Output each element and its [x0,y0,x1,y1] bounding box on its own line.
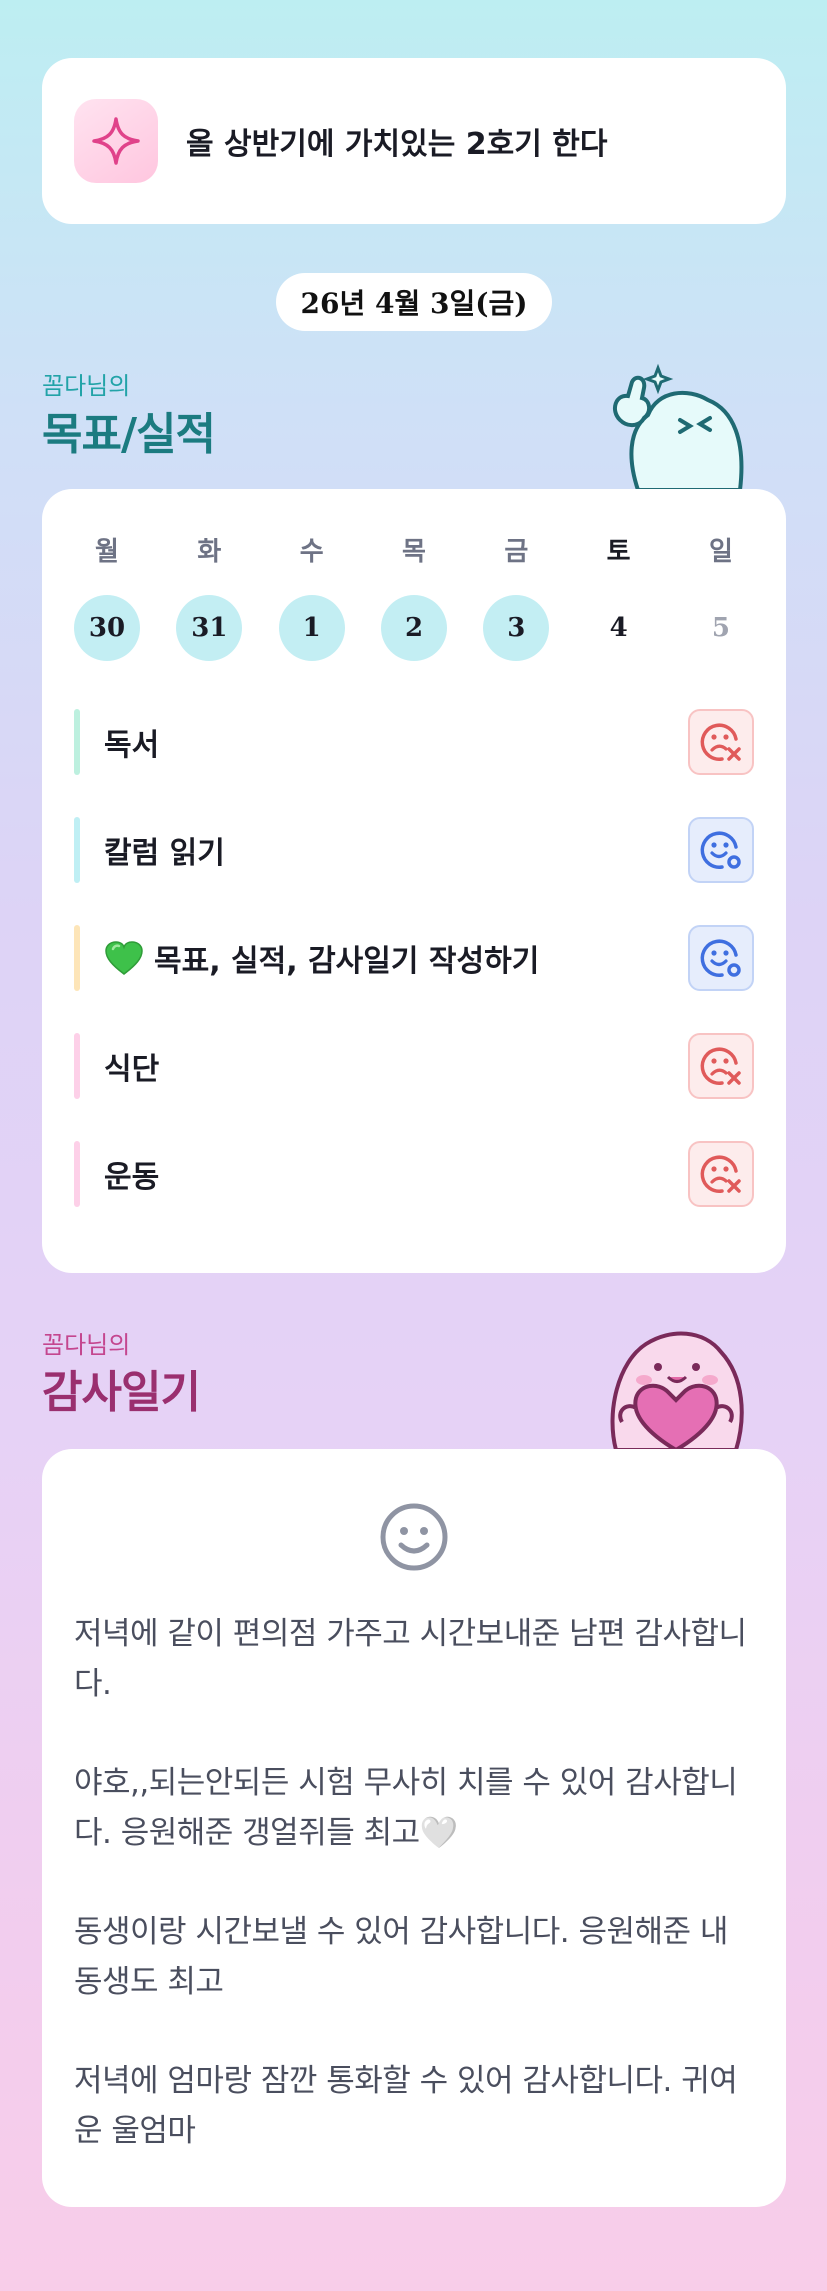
goals-subtitle: 꼼다님의 [42,372,131,400]
gratitude-entries: 저녁에 같이 편의점 가주고 시간보내준 남편 감사합니다. 야호,,되는안되든… [74,1609,764,2205]
goal-text: 올 상반기에 가치있는 2호기 한다 [186,127,608,162]
date-cell[interactable]: 5 [688,595,754,661]
weekday-sat: 토 [606,537,631,567]
date-cell-selected[interactable]: 3 [483,595,550,661]
task-color-bar [74,817,80,883]
goal-card[interactable]: 올 상반기에 가치있는 2호기 한다 [42,58,786,224]
goals-title: 목표/실적 [42,409,216,460]
gratitude-diary-card[interactable]: 저녁에 같이 편의점 가주고 시간보내준 남편 감사합니다. 야호,,되는안되든… [42,1449,786,2207]
task-label: 독서 [104,728,160,763]
task-label: 운동 [104,1160,160,1195]
gratitude-entry: 저녁에 엄마랑 잠깐 통화할 수 있어 감사합니다. 귀여운 울엄마 [74,2063,738,2149]
weekday-mon: 월 [95,537,119,567]
task-row[interactable]: 독서 [74,707,754,777]
date-cell[interactable]: 30 [74,595,140,661]
gratitude-entry: 야호,,되는안되든 시험 무사히 치를 수 있어 감사합니다. 응원해준 갱얼쥐… [74,1765,738,1851]
green-heart-icon [104,940,144,976]
task-label-wrap: 목표, 실적, 감사일기 작성하기 [104,936,688,980]
sparkle-icon [74,99,158,183]
task-label: 칼럼 읽기 [104,836,225,871]
gratitude-subtitle: 꼼다님의 [42,1331,131,1359]
goal-tracker-card: 월 화 수 목 금 토 일 30 31 1 2 3 4 5 독서 칼럼 읽기 목… [42,489,786,1273]
smile-face-o-icon[interactable] [688,925,754,991]
smile-face-o-icon[interactable] [688,817,754,883]
task-label: 식단 [104,1052,160,1087]
smile-icon [378,1501,450,1577]
gratitude-entry: 동생이랑 시간보낼 수 있어 감사합니다. 응원해준 내 동생도 최고 [74,1914,728,2000]
sad-face-x-icon[interactable] [688,1141,754,1207]
task-row[interactable]: 목표, 실적, 감사일기 작성하기 [74,923,754,993]
task-row[interactable]: 식단 [74,1031,754,1101]
task-label: 목표, 실적, 감사일기 작성하기 [154,944,540,979]
task-color-bar [74,925,80,991]
weekday-fri: 금 [504,537,529,567]
sad-face-x-icon[interactable] [688,709,754,775]
date-cell[interactable]: 1 [278,595,345,661]
weekday-sun: 일 [709,537,733,567]
weekday-row: 월 화 수 목 금 토 일 [74,531,754,568]
gratitude-title: 감사일기 [42,1367,201,1418]
task-color-bar [74,709,80,775]
date-label[interactable]: 26년 4월 3일(금) [276,273,552,331]
weekday-thu: 목 [402,537,426,567]
gratitude-entry: 저녁에 같이 편의점 가주고 시간보내준 남편 감사합니다. [74,1616,747,1702]
date-cell[interactable]: 4 [586,595,652,661]
sad-face-x-icon[interactable] [688,1033,754,1099]
task-color-bar [74,1141,80,1207]
mascot-thumbs-up-icon [598,360,758,496]
task-row[interactable]: 운동 [74,1139,754,1209]
weekday-tue: 화 [197,537,222,567]
task-row[interactable]: 칼럼 읽기 [74,815,754,885]
task-color-bar [74,1033,80,1099]
mascot-heart-icon [596,1322,756,1456]
date-row: 30 31 1 2 3 4 5 [74,595,754,661]
date-cell[interactable]: 31 [176,595,243,661]
weekday-wed: 수 [299,537,324,567]
date-cell[interactable]: 2 [380,595,447,661]
